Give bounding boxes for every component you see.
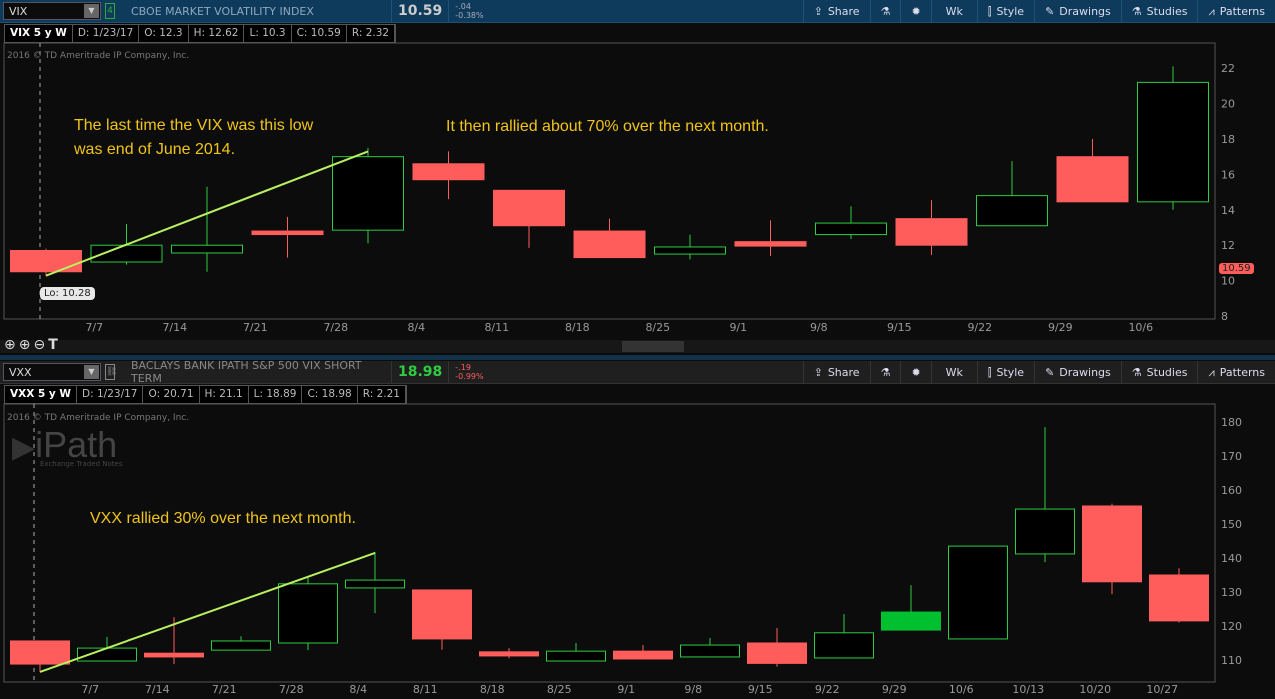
- y-tick-label: 140: [1221, 552, 1242, 565]
- candle-body: [211, 640, 271, 651]
- x-tick-label: 9/8: [684, 683, 702, 696]
- candle-body: [680, 644, 740, 658]
- x-tick-label: 9/15: [748, 683, 773, 696]
- x-tick-label: 10/6: [949, 683, 974, 696]
- x-tick-label: 10/27: [1146, 683, 1178, 696]
- y-tick-label: 180: [1221, 416, 1242, 429]
- x-tick-label: 9/29: [882, 683, 907, 696]
- candle-body: [345, 579, 405, 589]
- x-tick-label: 8/18: [480, 683, 505, 696]
- x-tick-label: 7/7: [81, 683, 99, 696]
- candle-body: [479, 651, 539, 657]
- candle-body: [1149, 574, 1209, 622]
- x-tick-label: 7/14: [145, 683, 170, 696]
- annotation-vxx-rally: VXX rallied 30% over the next month.: [90, 510, 356, 527]
- candle-body: [1015, 508, 1075, 555]
- y-tick-label: 120: [1221, 620, 1242, 633]
- y-tick-label: 160: [1221, 484, 1242, 497]
- x-tick-label: 8/4: [349, 683, 367, 696]
- x-tick-label: 7/21: [212, 683, 237, 696]
- candle-body: [10, 640, 70, 665]
- candle-body: [747, 642, 807, 664]
- candle-body: [412, 589, 472, 640]
- y-tick-label: 150: [1221, 518, 1242, 531]
- x-tick-label: 10/13: [1012, 683, 1044, 696]
- candle-body: [881, 611, 941, 631]
- x-tick-label: 9/1: [617, 683, 635, 696]
- candle-body: [144, 652, 204, 658]
- y-tick-label: 170: [1221, 450, 1242, 463]
- x-tick-label: 9/22: [815, 683, 840, 696]
- x-tick-label: 7/28: [279, 683, 304, 696]
- y-tick-label: 130: [1221, 586, 1242, 599]
- x-tick-label: 8/25: [547, 683, 572, 696]
- candle-body: [546, 650, 606, 662]
- x-tick-label: 8/11: [413, 683, 438, 696]
- x-tick-label: 10/20: [1079, 683, 1111, 696]
- candle-body: [613, 650, 673, 660]
- y-tick-label: 110: [1221, 654, 1242, 667]
- candle-body: [278, 583, 338, 644]
- candle-body: [1082, 505, 1142, 583]
- vxx-chart[interactable]: 110 120 130 140 150 160 170 180 7/7 7/14 7/21 7/28 8…: [0, 0, 1275, 699]
- candle-body: [814, 632, 874, 659]
- candle-body: [948, 545, 1008, 640]
